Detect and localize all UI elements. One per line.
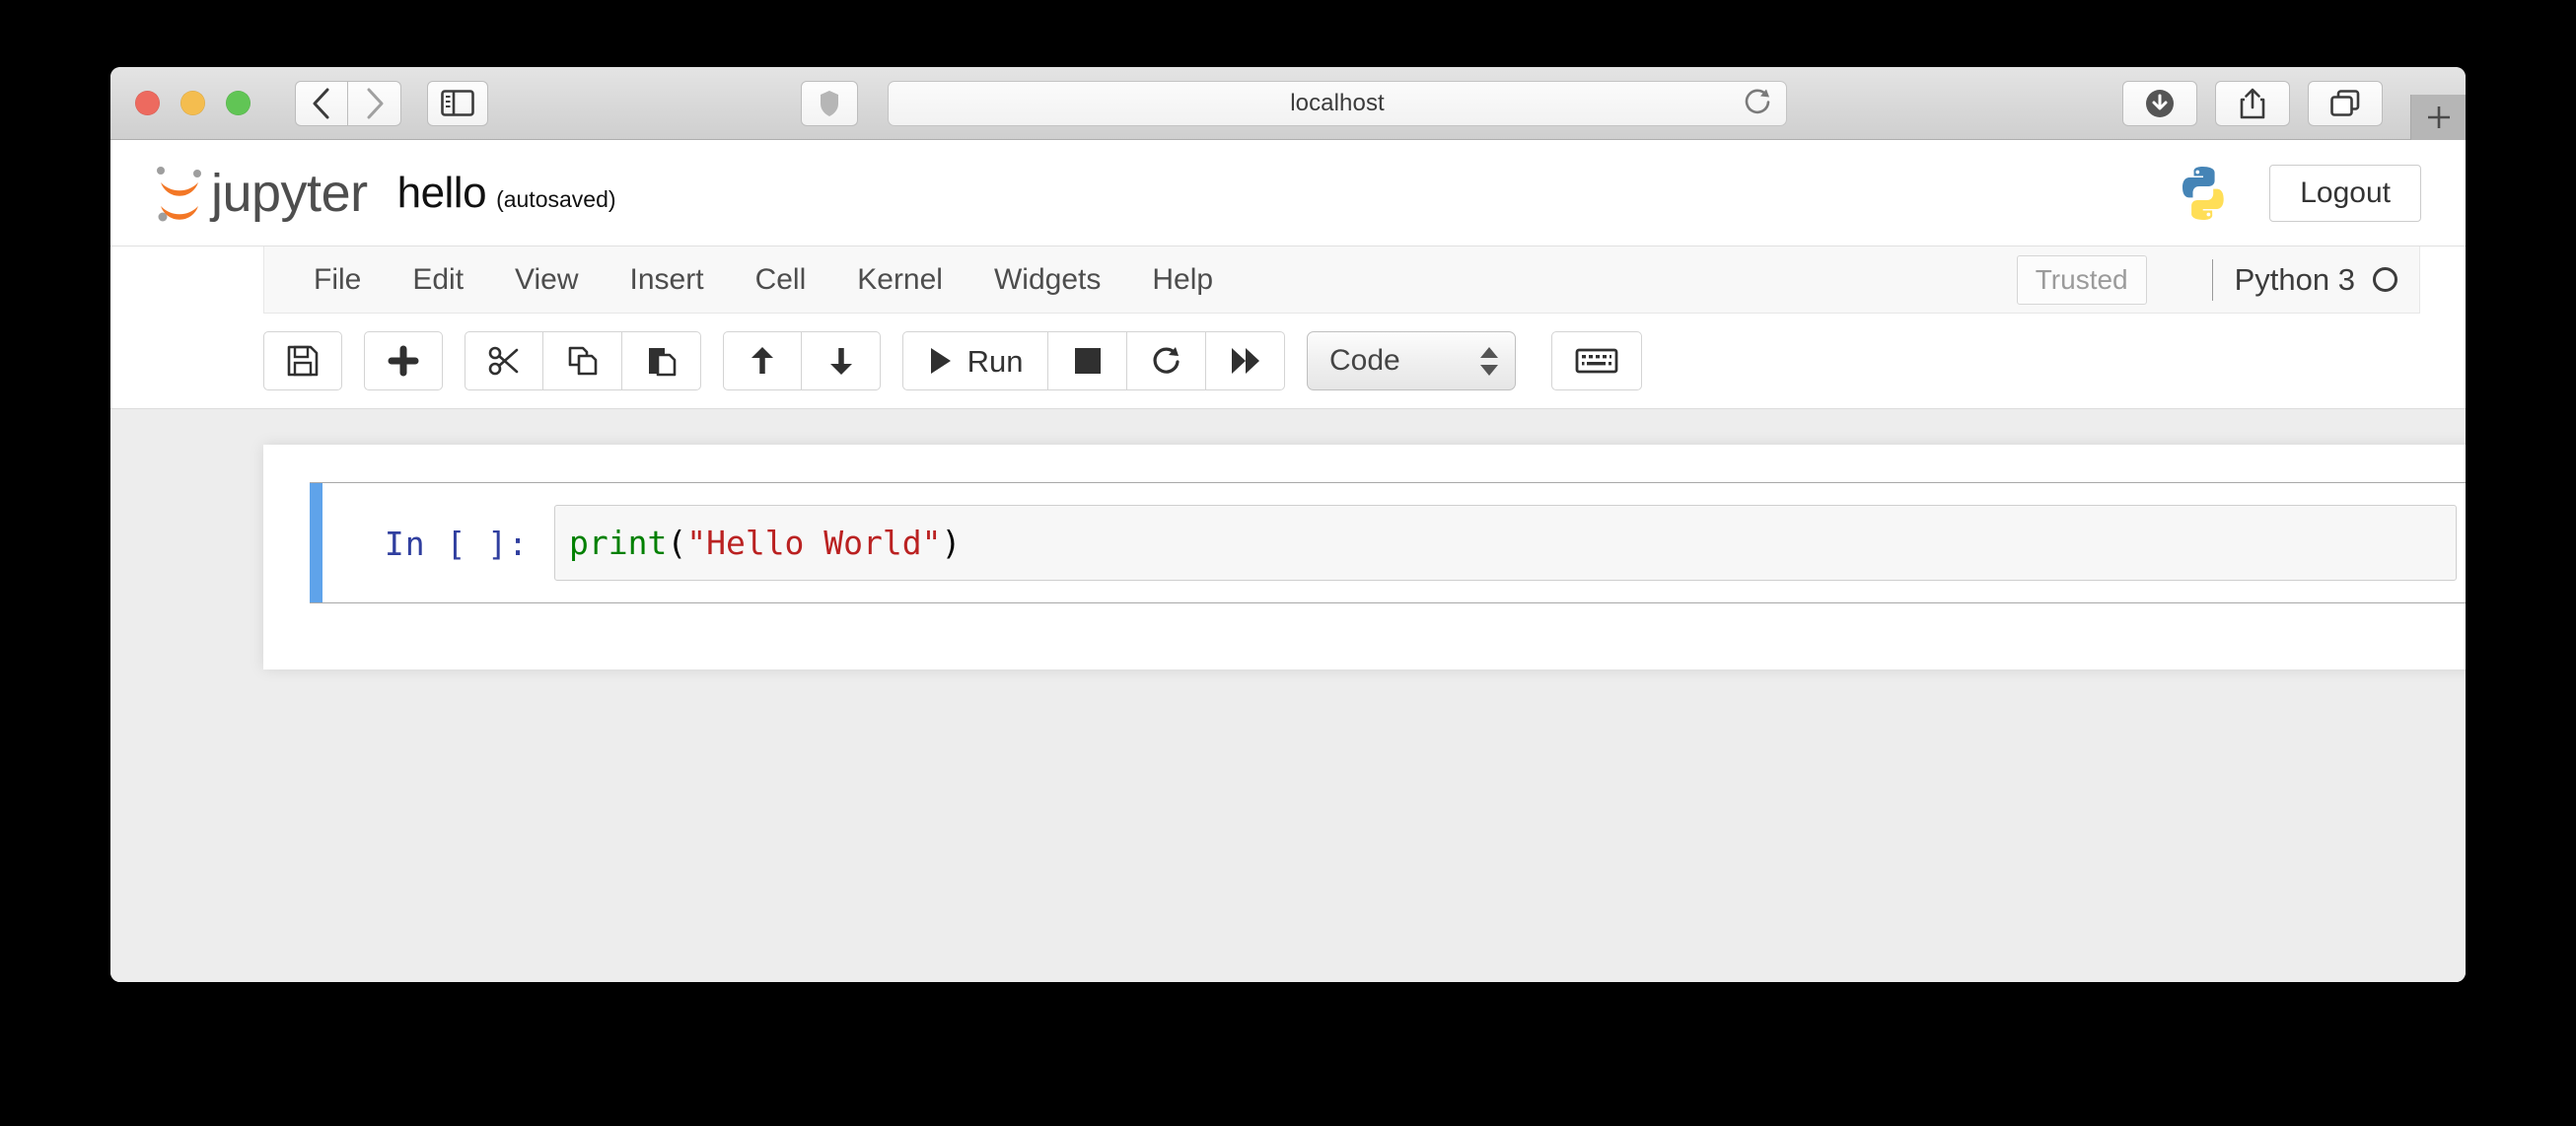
menu-kernel[interactable]: Kernel [831,264,968,295]
notebook-name[interactable]: hello [397,169,487,218]
jupyter-logo-text: jupyter [211,163,368,223]
stop-square-icon [1074,348,1101,374]
cut-button[interactable] [465,331,543,390]
menu-cell[interactable]: Cell [730,264,832,295]
share-icon [2240,88,2265,118]
insert-cell-below-button[interactable] [364,331,443,390]
code-input-area[interactable]: print("Hello World") [554,505,2457,582]
menu-edit[interactable]: Edit [387,264,489,295]
cut-scissors-icon [488,346,519,376]
notebook-container: In [ ]: print("Hello World") [263,445,2466,669]
arrow-up-icon [751,347,773,374]
forward-button[interactable] [348,80,401,126]
new-tab-button[interactable] [2410,95,2466,140]
header-right: Logout [2173,163,2421,224]
cell-selected-accent [310,483,322,603]
cell-type-select[interactable]: Code [1307,331,1516,390]
save-floppy-icon [287,345,319,377]
reload-icon [1745,89,1770,113]
trusted-badge[interactable]: Trusted [2016,254,2147,305]
sidebar-icon [441,90,474,116]
paste-button[interactable] [622,331,701,390]
notebook-title-group: hello (autosaved) [397,169,616,218]
tab-overview-icon [2330,89,2360,116]
tab-overview-button[interactable] [2308,80,2383,126]
autosave-status: (autosaved) [496,185,616,212]
menu-insert[interactable]: Insert [605,264,730,295]
notebook-toolbar: Run Code [110,314,2466,409]
show-sidebar-button[interactable] [427,80,488,126]
add-cell-icon [388,345,419,377]
chrome-right-buttons [2122,80,2383,126]
python-logo-icon [2182,166,2224,220]
menubar: File Edit View Insert Cell Kernel Widget… [263,246,2420,314]
downloads-button[interactable] [2122,80,2197,126]
logout-button[interactable]: Logout [2269,164,2421,222]
run-label: Run [966,343,1024,379]
navigation-buttons [295,80,401,126]
arrow-down-icon [829,348,852,375]
move-cell-down-button[interactable] [802,331,881,390]
reload-button[interactable] [1743,86,1772,120]
clipboard-button-group [465,331,701,390]
fast-forward-icon [1231,348,1259,374]
menu-help[interactable]: Help [1126,264,1239,295]
privacy-report-button[interactable] [801,80,858,126]
menubar-right: Trusted Python 3 [2016,254,2397,305]
restart-kernel-button[interactable] [1127,331,1206,390]
maximize-window-button[interactable] [226,91,250,115]
code-cell-inner: In [ ]: print("Hello World") [322,483,2466,602]
cell-type-value: Code [1329,344,1400,377]
save-button[interactable] [263,331,342,390]
notebook-header: jupyter hello (autosaved) Logout [110,140,2466,246]
notebook-body: In [ ]: print("Hello World") [110,409,2466,982]
restart-and-run-all-button[interactable] [1206,331,1285,390]
interrupt-kernel-button[interactable] [1048,331,1127,390]
chevron-down-icon [1480,364,1498,376]
jupyter-notebook-page: jupyter hello (autosaved) Logout File Ed… [110,140,2466,982]
kernel-divider [2211,258,2213,301]
traffic-lights [135,91,250,115]
minimize-window-button[interactable] [180,91,205,115]
chevron-updown-icon [1479,346,1499,377]
code-token-open-paren: ( [667,524,687,562]
copy-button[interactable] [543,331,622,390]
keyboard-icon [1575,348,1618,374]
chevron-up-icon [1480,346,1498,358]
share-button[interactable] [2215,80,2290,126]
copy-icon [568,346,597,376]
chevron-right-icon [367,88,383,118]
code-token-close-paren: ) [941,524,962,562]
play-icon [930,348,951,374]
close-window-button[interactable] [135,91,160,115]
menubar-row: File Edit View Insert Cell Kernel Widget… [110,246,2466,314]
address-bar[interactable]: localhost [888,80,1787,126]
chevron-left-icon [313,88,329,118]
code-cell[interactable]: In [ ]: print("Hello World") [310,482,2466,604]
plus-icon [2427,106,2450,128]
command-palette-button[interactable] [1551,331,1642,390]
code-token-string: "Hello World" [686,524,942,562]
jupyter-logo-icon [157,166,201,221]
menu-file[interactable]: File [288,264,387,295]
move-cell-up-button[interactable] [723,331,802,390]
cell-prompt: In [ ]: [384,525,529,563]
jupyter-logo[interactable]: jupyter [154,163,368,224]
url-text: localhost [1290,89,1385,116]
back-button[interactable] [295,80,348,126]
run-button-group: Run [902,331,1285,390]
downloads-icon [2146,89,2174,117]
kernel-status-indicator[interactable] [2373,267,2397,292]
run-cell-button[interactable]: Run [902,331,1048,390]
move-button-group [723,331,881,390]
kernel-name: Python 3 [2234,262,2355,297]
code-token-function: print [569,524,668,562]
restart-icon [1153,347,1180,374]
browser-window: localhost jupyter hello (autosaved) Logo… [110,67,2466,982]
paste-icon [648,348,676,377]
menu-widgets[interactable]: Widgets [968,264,1126,295]
menu-view[interactable]: View [489,264,604,295]
privacy-shield-icon [821,90,838,116]
browser-chrome-toolbar: localhost [110,67,2466,140]
